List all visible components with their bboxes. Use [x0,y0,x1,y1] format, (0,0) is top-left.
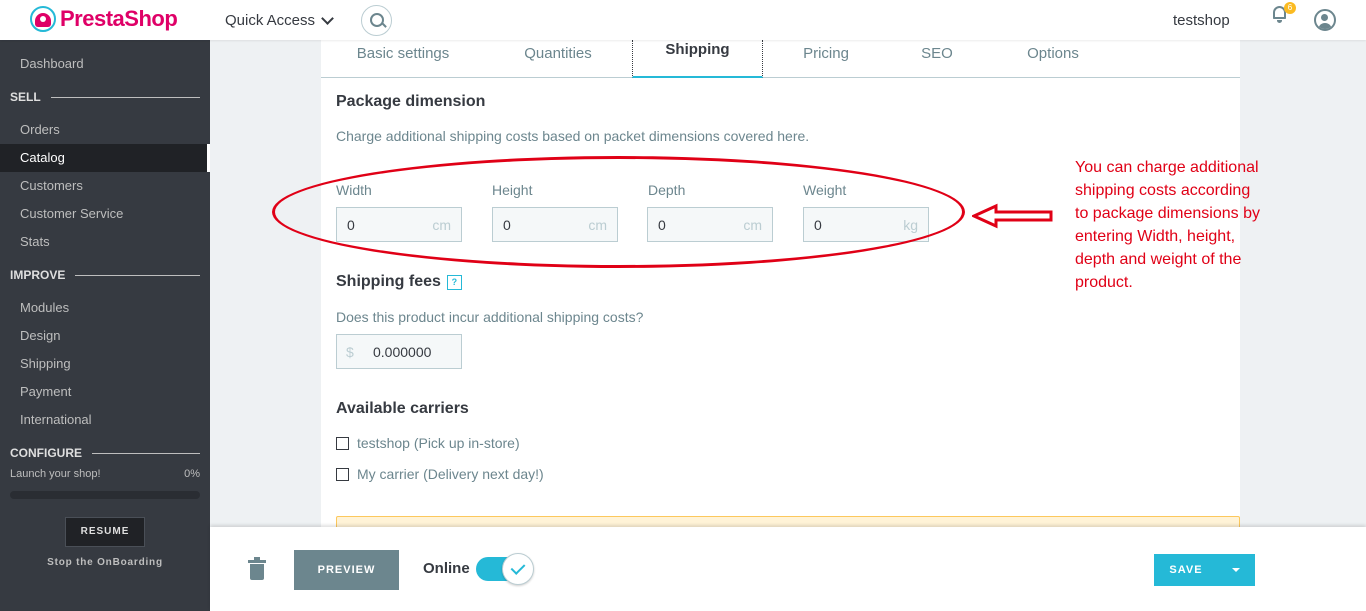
sidebar-item-design[interactable]: Design [0,322,210,350]
section-divider [92,452,200,454]
notification-badge: 6 [1284,2,1296,14]
shipping-fee-value: 0.000000 [373,344,432,360]
help-icon[interactable]: ? [446,275,462,290]
carrier-option[interactable]: testshop (Pick up in-store) [336,435,520,451]
resume-button[interactable]: RESUME [65,517,145,547]
carrier-checkbox[interactable] [336,467,349,481]
shipping-fees-title: Shipping fees? [336,273,462,291]
prestashop-logo[interactable]: PrestaShop [30,6,178,32]
quick-access-label: Quick Access [225,12,316,29]
trash-icon[interactable] [248,557,266,580]
sidebar-item-modules[interactable]: Modules [0,294,210,322]
search-icon[interactable] [361,5,392,36]
sidebar-section-sell: SELL [10,90,200,104]
section-label: CONFIGURE [10,446,82,460]
onboarding-progress-bar [10,491,200,499]
shipping-fees-question: Does this product incur additional shipp… [336,309,644,325]
tab-shipping[interactable]: Shipping [632,40,763,78]
user-account-icon[interactable] [1314,9,1336,31]
stop-onboarding-link[interactable]: Stop the OnBoarding [0,557,210,568]
logo-text: PrestaShop [60,6,178,31]
section-divider [75,274,200,276]
package-dimension-description: Charge additional shipping costs based o… [336,128,810,144]
shop-name-link[interactable]: testshop [1173,12,1230,29]
sidebar-section-configure: CONFIGURE [10,446,200,460]
launch-text: Launch your shop! [10,468,101,480]
tab-basic-settings[interactable]: Basic settings [334,40,472,78]
annotation-text: You can charge additional shipping costs… [1075,159,1260,291]
sidebar-item-catalog[interactable]: Catalog [0,144,210,172]
footer-action-bar: PREVIEW Online SAVE [210,527,1366,611]
carrier-label: testshop (Pick up in-store) [357,435,520,451]
quick-access-dropdown[interactable]: Quick Access [225,11,334,29]
online-toggle[interactable] [476,553,536,585]
chevron-down-icon [321,11,334,25]
currency-symbol: $ [346,344,354,360]
annotation-arrow-icon [972,203,1053,229]
shipping-fees-label: Shipping fees [336,273,441,290]
product-tabs: Basic settings Quantities Shipping Prici… [321,40,1240,78]
section-label: IMPROVE [10,268,66,282]
section-label: SELL [10,90,41,104]
sidebar-item-international[interactable]: International [0,406,210,434]
check-icon [510,560,526,575]
trash-lid [248,557,266,563]
carrier-checkbox[interactable] [336,436,349,450]
notifications-bell-icon[interactable]: 6 [1271,2,1296,24]
product-form-card: Basic settings Quantities Shipping Prici… [321,40,1240,611]
save-button-group: SAVE [1154,554,1255,586]
puffin-logo-icon [30,6,56,32]
shipping-fee-input[interactable]: $ 0.000000 [336,334,462,369]
onboarding-launch-row: Launch your shop! 0% [10,468,200,480]
sidebar-item-dashboard[interactable]: Dashboard [0,50,210,78]
sidebar-item-payment[interactable]: Payment [0,378,210,406]
annotation-ellipse [272,156,965,268]
carrier-option[interactable]: My carrier (Delivery next day!) [336,466,544,482]
bell-clapper [1277,20,1282,23]
tab-pricing[interactable]: Pricing [791,40,861,78]
trash-can [250,564,264,580]
sidebar-item-customers[interactable]: Customers [0,172,210,200]
top-header: PrestaShop Quick Access testshop 6 [0,0,1366,40]
section-divider [50,96,200,98]
online-label: Online [423,560,470,577]
tab-options[interactable]: Options [1015,40,1091,78]
available-carriers-title: Available carriers [336,400,469,417]
sidebar-nav: Dashboard SELL Orders Catalog Customers … [0,40,210,611]
tab-seo[interactable]: SEO [911,40,963,78]
package-dimension-title: Package dimension [336,93,486,110]
sidebar-item-stats[interactable]: Stats [0,228,210,256]
sidebar-item-customer-service[interactable]: Customer Service [0,200,210,228]
preview-button[interactable]: PREVIEW [294,550,399,590]
sidebar-item-orders[interactable]: Orders [0,116,210,144]
save-button[interactable]: SAVE [1154,554,1218,586]
save-options-caret-icon[interactable] [1218,554,1255,586]
sidebar-section-improve: IMPROVE [10,268,200,282]
carrier-label: My carrier (Delivery next day!) [357,466,544,482]
toggle-knob [502,553,534,585]
tab-quantities[interactable]: Quantities [491,40,625,78]
sidebar-item-shipping[interactable]: Shipping [0,350,210,378]
launch-percent: 0% [184,468,200,480]
